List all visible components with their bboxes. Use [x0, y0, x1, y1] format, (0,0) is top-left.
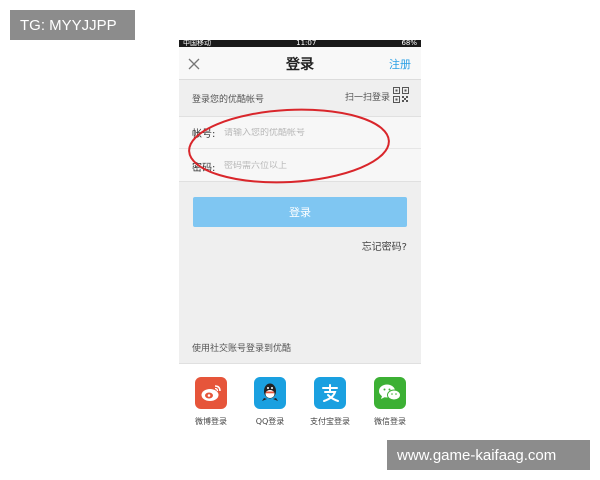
carrier-label: 中国移动 — [183, 40, 211, 47]
scan-login-label: 扫一扫登录 — [344, 93, 390, 103]
account-row: 帐号: — [179, 117, 421, 149]
page-title: 登录 — [286, 57, 314, 73]
social-login-title: 使用社交账号登录到优酷 — [192, 344, 292, 354]
register-link[interactable]: 注册 — [389, 56, 411, 72]
qq-login-label: QQ登录 — [255, 417, 285, 426]
account-input[interactable] — [224, 127, 399, 138]
wechat-login-label: 微信登录 — [374, 417, 406, 426]
weibo-icon — [195, 377, 227, 409]
alipay-icon — [314, 377, 346, 409]
clock-label: 11:07 — [296, 40, 317, 47]
watermark-bottom-right: www.game-kaifaag.com — [387, 440, 590, 470]
qr-code-icon — [393, 87, 409, 106]
social-login-bar: 微博登录 QQ登录 支付宝登录 微信登录 — [179, 363, 421, 440]
nav-bar: 登录 注册 — [179, 47, 421, 80]
battery-label: 68% — [401, 40, 417, 47]
login-form: 帐号: 密码: — [179, 116, 421, 182]
scan-login-button[interactable]: 扫一扫登录 — [345, 87, 409, 106]
phone-screen: 中国移动 11:07 68% 登录 注册 登录您的优酷帐号 扫一扫登录 帐号: … — [179, 40, 421, 440]
login-section-title: 登录您的优酷帐号 — [192, 95, 265, 105]
account-label: 帐号: — [192, 129, 216, 140]
alipay-login-label: 支付宝登录 — [310, 417, 350, 426]
watermark-top-left: TG: MYYJJPP — [10, 10, 135, 40]
password-row: 密码: — [179, 150, 421, 182]
login-button[interactable]: 登录 — [193, 197, 407, 227]
wechat-icon — [374, 377, 406, 409]
password-label: 密码: — [192, 162, 216, 174]
weibo-login-label: 微博登录 — [195, 417, 227, 426]
forgot-password-link[interactable]: 忘记密码? — [362, 238, 407, 253]
qq-login-button[interactable]: QQ登录 — [240, 377, 300, 427]
qq-icon — [254, 377, 286, 409]
status-bar: 中国移动 11:07 68% — [179, 40, 421, 47]
weibo-login-button[interactable]: 微博登录 — [181, 377, 241, 427]
login-section-header: 登录您的优酷帐号 扫一扫登录 — [179, 81, 421, 115]
password-input[interactable] — [224, 161, 399, 171]
alipay-login-button[interactable]: 支付宝登录 — [300, 377, 360, 427]
wechat-login-button[interactable]: 微信登录 — [360, 377, 420, 427]
